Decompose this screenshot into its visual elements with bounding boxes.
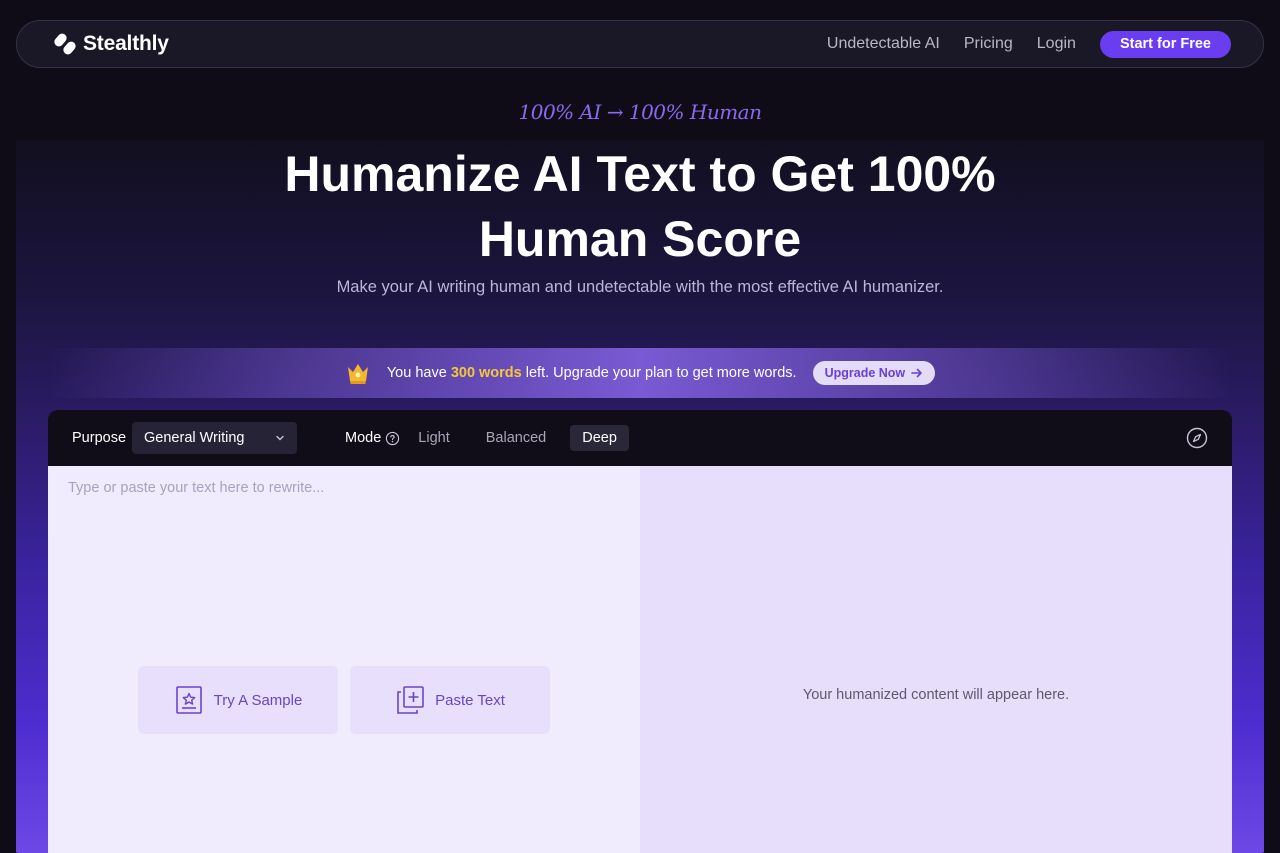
word-limit-banner: You have 300 words left. Upgrade your pl…: [48, 348, 1232, 398]
nav-link-login[interactable]: Login: [1037, 35, 1076, 53]
mode-deep[interactable]: Deep: [570, 425, 629, 451]
hero-title: Humanize AI Text to Get 100% Human Score: [284, 146, 996, 267]
logo-icon: [54, 33, 76, 55]
purpose-value: General Writing: [144, 430, 245, 446]
logo-text: Stealthly: [83, 32, 169, 55]
nav-link-pricing[interactable]: Pricing: [964, 35, 1013, 53]
input-placeholder: Type or paste your text here to rewrite.…: [68, 480, 325, 496]
try-sample-button[interactable]: Try A Sample: [138, 666, 338, 734]
mode-light[interactable]: Light: [408, 425, 461, 451]
arrow-right-icon: [911, 368, 922, 378]
banner-suffix: left. Upgrade your plan to get more word…: [521, 365, 797, 381]
star-file-icon: [175, 686, 202, 714]
hero-subtitle: Make your AI writing human and undetecta…: [336, 278, 944, 296]
paste-icon: [397, 686, 424, 714]
purpose-label: Purpose: [72, 430, 127, 446]
banner-prefix: You have: [386, 365, 451, 381]
upgrade-now-label: Upgrade Now: [824, 366, 906, 380]
banner-message: You have 300 words left. Upgrade your pl…: [387, 365, 797, 381]
output-pane: Your humanized content will appear here.: [640, 466, 1232, 853]
mode-balanced[interactable]: Balanced: [474, 425, 558, 451]
output-placeholder: Your humanized content will appear here.: [802, 687, 1070, 703]
chevron-down-icon: [276, 435, 284, 441]
start-for-free-button[interactable]: Start for Free: [1099, 30, 1231, 58]
purpose-select[interactable]: General Writing: [132, 422, 298, 454]
crown-icon: [347, 364, 368, 384]
nav-link-undetectable-ai[interactable]: Undetectable AI: [827, 35, 940, 53]
editor-toolbar: Purpose General Writing Mode Light Balan…: [48, 410, 1232, 466]
mode-label: Mode: [345, 430, 382, 446]
top-navbar: Stealthly Undetectable AI Pricing Login …: [16, 20, 1264, 68]
compass-icon[interactable]: [1186, 427, 1208, 449]
input-pane[interactable]: Type or paste your text here to rewrite.…: [48, 466, 640, 853]
try-sample-label: Try A Sample: [213, 691, 303, 709]
upgrade-now-button[interactable]: Upgrade Now: [812, 361, 936, 385]
words-left-count: 300 words: [450, 365, 522, 381]
hero-tagline: 100% AI → 100% Human: [518, 100, 762, 124]
mode-selector: Mode Light Balanced Deep: [345, 425, 629, 451]
paste-text-button[interactable]: Paste Text: [350, 666, 550, 734]
nav-links: Undetectable AI Pricing Login Start for …: [827, 30, 1231, 58]
help-icon[interactable]: [385, 431, 400, 446]
logo[interactable]: Stealthly: [53, 32, 169, 56]
paste-text-label: Paste Text: [435, 691, 505, 709]
